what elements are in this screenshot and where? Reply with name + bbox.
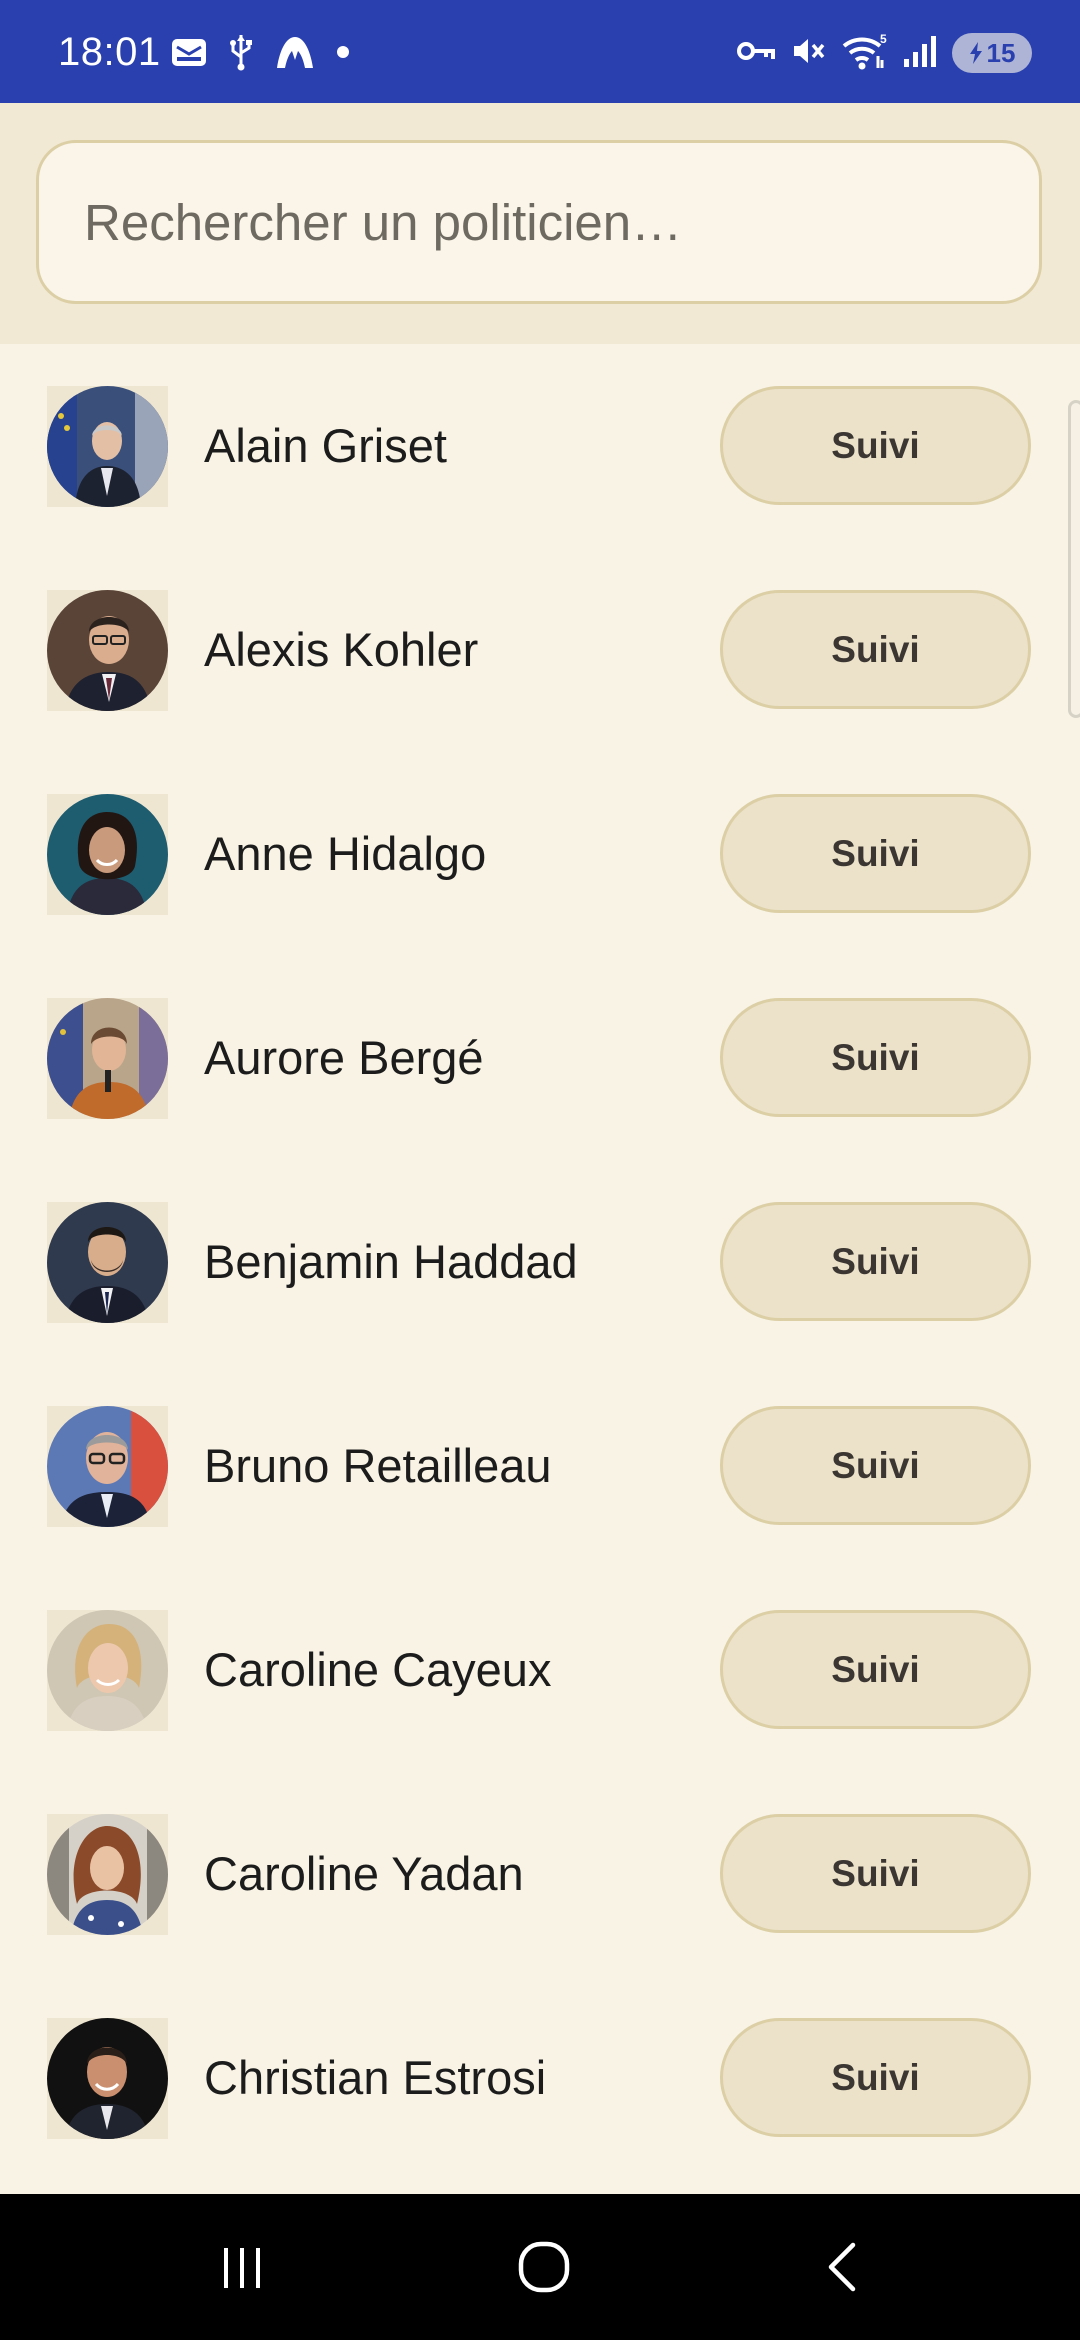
avatar [47,590,168,711]
back-icon [828,2242,856,2292]
politician-name: Alexis Kohler [204,623,479,676]
avatar [47,386,168,507]
list-item[interactable]: Caroline Yadan Suivi [0,1772,1080,1976]
avatar-frame [47,590,168,711]
politician-name: Benjamin Haddad [204,1235,578,1288]
search-input[interactable] [84,143,984,301]
follow-button[interactable]: Suivi [720,590,1031,709]
list-item[interactable]: Alexis Kohler Suivi [0,548,1080,752]
search-area [0,103,1080,344]
follow-button[interactable]: Suivi [720,794,1031,913]
vibrate-mute-icon [790,33,826,74]
navigation-bar [0,2194,1080,2340]
status-right-icons: 5 15 [722,30,1032,76]
avatar-frame [47,998,168,1119]
follow-button[interactable]: Suivi [720,1406,1031,1525]
politician-name: Bruno Retailleau [204,1439,552,1492]
politician-name: Aurore Bergé [204,1031,484,1084]
list-item[interactable]: Anne Hidalgo Suivi [0,752,1080,956]
avatar [47,2018,168,2139]
status-time: 18:01 [58,30,161,74]
list-item[interactable]: Caroline Cayeux Suivi [0,1568,1080,1772]
avatar-frame [47,386,168,507]
charging-bolt-icon [969,42,982,64]
politician-name: Caroline Cayeux [204,1643,552,1696]
avatar [47,1406,168,1527]
status-left-icons [170,32,370,76]
scrollbar-thumb[interactable] [1068,400,1080,718]
dot-icon [336,45,350,64]
follow-button[interactable]: Suivi [720,1814,1031,1933]
recent-apps-button[interactable] [197,2232,287,2302]
list-item[interactable]: Christian Estrosi Suivi [0,1976,1080,2180]
avatar-frame [47,1406,168,1527]
list-item[interactable]: Alain Griset Suivi [0,344,1080,548]
follow-button[interactable]: Suivi [720,2018,1031,2137]
avatar-frame [47,2018,168,2139]
email-notification-icon [170,35,208,74]
follow-button[interactable]: Suivi [720,1202,1031,1321]
avatar-frame [47,1610,168,1731]
follow-button[interactable]: Suivi [720,998,1031,1117]
avatar-frame [47,1202,168,1323]
status-bar: 18:01 5 15 [0,0,1080,103]
avatar [47,794,168,915]
home-icon [518,2241,570,2293]
politician-name: Anne Hidalgo [204,827,487,880]
vpn-app-icon [274,34,316,75]
avatar [47,1202,168,1323]
wifi-icon: 5 [840,32,888,75]
list-item[interactable]: Benjamin Haddad Suivi [0,1160,1080,1364]
avatar [47,1610,168,1731]
avatar [47,1814,168,1935]
list-item[interactable]: Bruno Retailleau Suivi [0,1364,1080,1568]
vpn-key-icon [736,38,776,69]
app-screen: 18:01 5 15 Rechercher un politicien… Ala… [0,0,1080,2340]
follow-button[interactable]: Suivi [720,386,1031,505]
avatar-frame [47,1814,168,1935]
battery-icon: 15 [952,33,1032,73]
search-box[interactable] [36,140,1042,304]
follow-button[interactable]: Suivi [720,1610,1031,1729]
politician-name: Alain Griset [204,419,447,472]
politician-name: Christian Estrosi [204,2051,547,2104]
politician-list[interactable]: Alain Griset Suivi Alexis Kohler Suivi A… [0,344,1080,2194]
signal-icon [902,33,938,74]
usb-icon [228,33,254,76]
back-button[interactable] [800,2232,890,2302]
recent-apps-icon [224,2248,260,2288]
list-item[interactable]: Aurore Bergé Suivi [0,956,1080,1160]
svg-text:5: 5 [880,32,887,46]
politician-name: Caroline Yadan [204,1847,524,1900]
avatar [47,998,168,1119]
home-button[interactable] [499,2232,589,2302]
battery-level: 15 [986,37,1016,68]
avatar-frame [47,794,168,915]
